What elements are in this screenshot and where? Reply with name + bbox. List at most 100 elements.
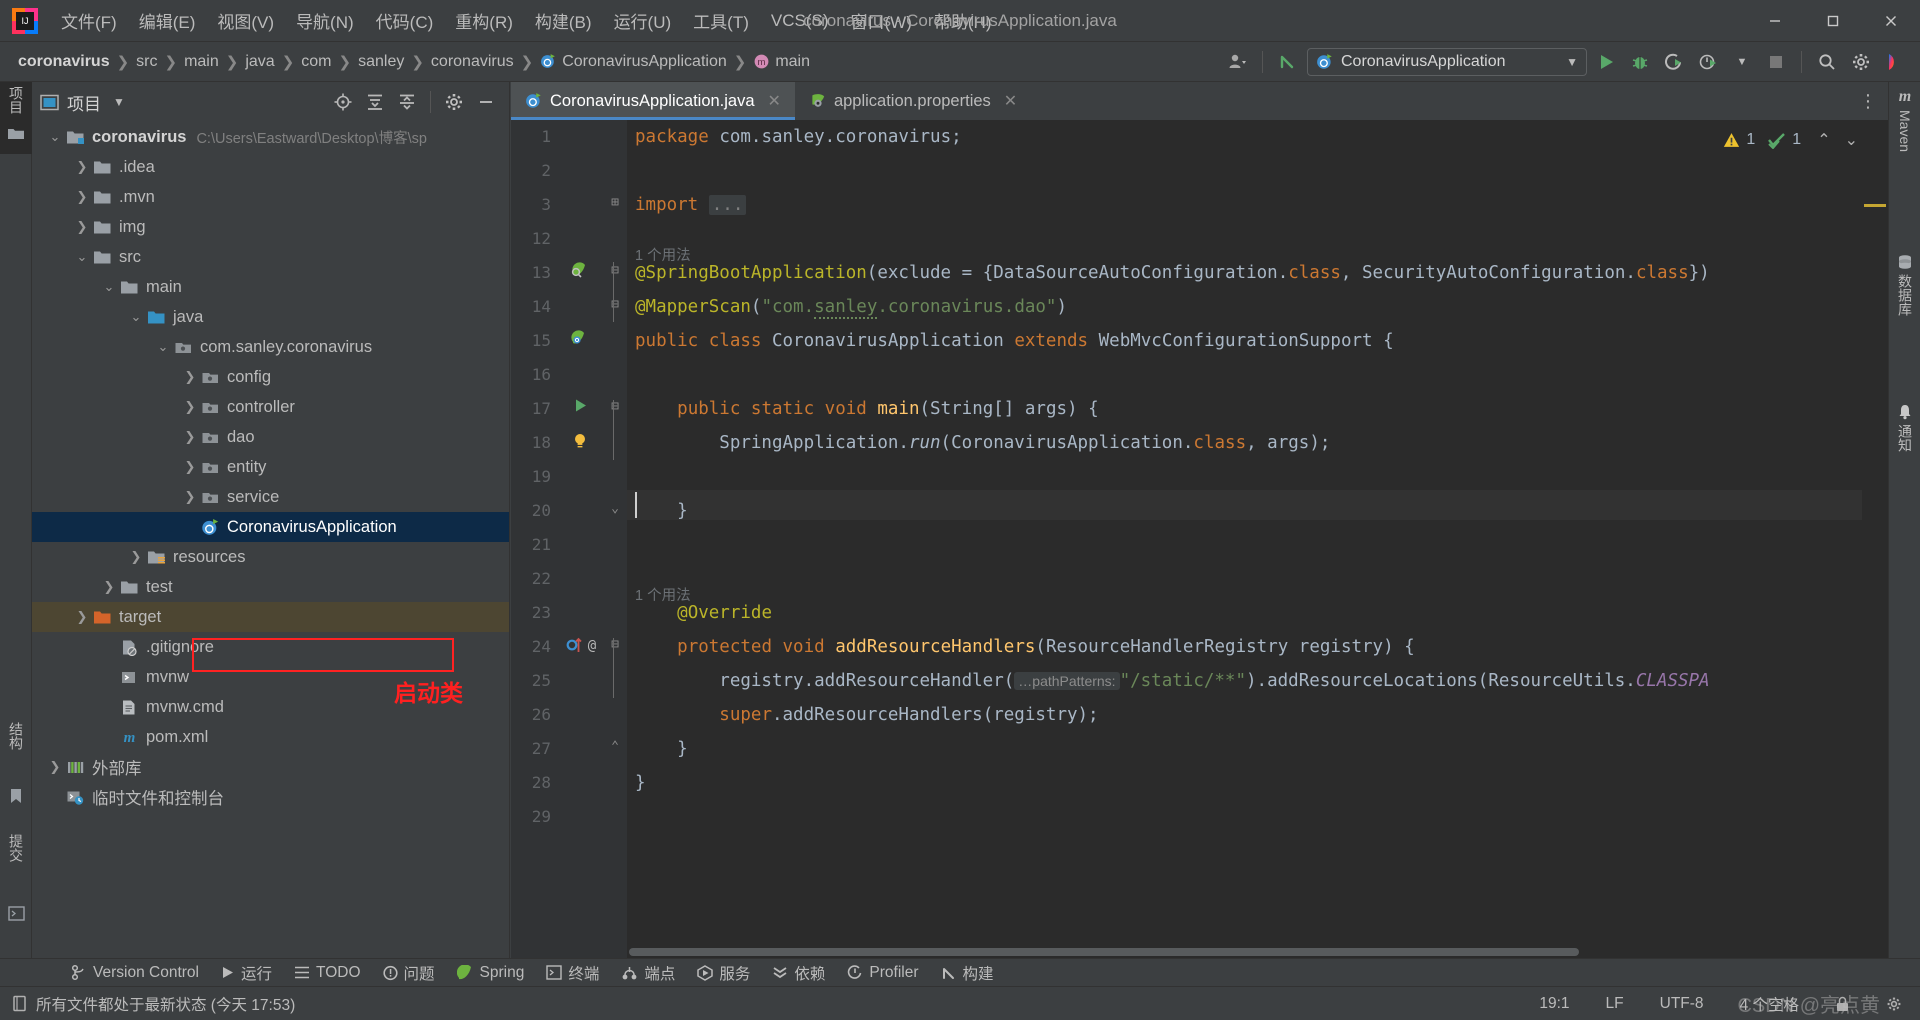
tree-item[interactable]: ❯dao bbox=[32, 422, 509, 452]
line-number[interactable]: 1 bbox=[511, 127, 551, 146]
tree-expand-down-icon[interactable]: ⌄ bbox=[154, 339, 172, 355]
menu-run[interactable]: 运行(U) bbox=[603, 5, 683, 36]
menu-file[interactable]: 文件(F) bbox=[50, 5, 128, 36]
menu-view[interactable]: 视图(V) bbox=[206, 5, 285, 36]
menu-window[interactable]: 窗口(W) bbox=[840, 5, 923, 36]
tree-item[interactable]: ❯entity bbox=[32, 452, 509, 482]
run-with-coverage-button[interactable] bbox=[1659, 48, 1689, 76]
line-number[interactable]: 18 bbox=[511, 433, 551, 452]
collapse-all-icon[interactable] bbox=[392, 88, 422, 116]
menu-vcs[interactable]: VCS(S) bbox=[760, 8, 840, 34]
search-icon[interactable] bbox=[1812, 48, 1842, 76]
line-number[interactable]: 23 bbox=[511, 603, 551, 622]
inspection-widget[interactable]: 1 1 ⌃ ⌄ bbox=[1723, 130, 1858, 150]
breadcrumb-item-src[interactable]: src bbox=[132, 51, 161, 73]
line-number[interactable]: 29 bbox=[511, 807, 551, 826]
breadcrumb-item-coronavirus-pkg[interactable]: coronavirus bbox=[427, 51, 518, 73]
breadcrumb-item-com[interactable]: com bbox=[297, 51, 335, 73]
stop-button[interactable] bbox=[1761, 48, 1791, 76]
terminal-strip-icon[interactable] bbox=[0, 906, 32, 921]
line-number[interactable]: 17 bbox=[511, 399, 551, 418]
line-number[interactable]: 24 bbox=[511, 637, 551, 656]
scrollbar-thumb[interactable] bbox=[629, 948, 1579, 956]
menu-refactor[interactable]: 重构(R) bbox=[444, 5, 524, 36]
menu-code[interactable]: 代码(C) bbox=[365, 5, 445, 36]
line-number[interactable]: 20 bbox=[511, 501, 551, 520]
line-separator[interactable]: LF bbox=[1600, 993, 1630, 1015]
sidebar-item-notifications[interactable]: 通知 bbox=[1889, 404, 1920, 452]
line-number[interactable]: 26 bbox=[511, 705, 551, 724]
tree-expand-down-icon[interactable]: ⌄ bbox=[100, 279, 118, 295]
code-fold-toggle[interactable]: ⌄ bbox=[611, 501, 619, 516]
gutter-override-icon[interactable]: @ bbox=[565, 635, 601, 655]
tree-expand-right-icon[interactable]: ❯ bbox=[73, 219, 91, 235]
sidebar-item-folder[interactable] bbox=[0, 126, 32, 141]
line-number[interactable]: 22 bbox=[511, 569, 551, 588]
bottom-tool-运行[interactable]: 运行 bbox=[210, 959, 283, 987]
bottom-tool-终端[interactable]: 终端 bbox=[535, 959, 610, 987]
tree-item[interactable]: .gitignore bbox=[32, 632, 509, 662]
tree-item[interactable]: 临时文件和控制台 bbox=[32, 782, 509, 812]
caret-position[interactable]: 19:1 bbox=[1533, 993, 1575, 1015]
tree-item[interactable]: ❯resources bbox=[32, 542, 509, 572]
user-avatar-icon[interactable] bbox=[1222, 48, 1252, 76]
menu-tools[interactable]: 工具(T) bbox=[682, 5, 760, 36]
tree-expand-right-icon[interactable]: ❯ bbox=[73, 159, 91, 175]
run-configuration-selector[interactable]: CoronavirusApplication ▼ bbox=[1307, 48, 1587, 76]
chevron-down-icon[interactable]: ▼ bbox=[1727, 48, 1757, 76]
tree-item[interactable]: CoronavirusApplication bbox=[32, 512, 509, 542]
expand-all-icon[interactable] bbox=[360, 88, 390, 116]
breadcrumb-item-java[interactable]: java bbox=[241, 51, 278, 73]
settings-gear-icon[interactable] bbox=[1880, 994, 1908, 1014]
gutter-run-icon[interactable] bbox=[572, 397, 589, 414]
minimize-button[interactable] bbox=[1746, 0, 1804, 42]
bottom-tool-端点[interactable]: 端点 bbox=[610, 959, 686, 987]
gutter-bulb-icon[interactable] bbox=[571, 431, 589, 451]
tree-expand-right-icon[interactable]: ❯ bbox=[127, 549, 145, 565]
sidebar-item-commit[interactable]: 提交 bbox=[0, 834, 32, 862]
bottom-tool-问题[interactable]: 问题 bbox=[372, 959, 446, 987]
error-stripe-mark[interactable] bbox=[1864, 204, 1886, 207]
settings-gear-icon[interactable] bbox=[1846, 48, 1876, 76]
ide-feature-icon[interactable] bbox=[1880, 48, 1910, 76]
prev-problem-icon[interactable]: ⌃ bbox=[1817, 130, 1830, 150]
tree-expand-right-icon[interactable]: ❯ bbox=[181, 459, 199, 475]
sidebar-item-project[interactable]: 项目 bbox=[0, 86, 32, 114]
tree-item[interactable]: mpom.xml bbox=[32, 722, 509, 752]
close-button[interactable] bbox=[1862, 0, 1920, 42]
bottom-tool-构建[interactable]: 构建 bbox=[930, 959, 1005, 987]
line-number[interactable]: 3 bbox=[511, 195, 551, 214]
tree-item[interactable]: ⌄main bbox=[32, 272, 509, 302]
file-encoding[interactable]: UTF-8 bbox=[1654, 993, 1710, 1015]
tree-expand-down-icon[interactable]: ⌄ bbox=[46, 129, 64, 145]
editor-gutter[interactable]: 123⊞1213⊟14⊟151617⊟181920⌄21222324@⊟2526… bbox=[511, 120, 627, 958]
bottom-tool-version-control[interactable]: Version Control bbox=[60, 961, 210, 985]
tree-item[interactable]: ❯target bbox=[32, 602, 509, 632]
breadcrumb-item-class[interactable]: CoronavirusApplication bbox=[536, 51, 731, 73]
tree-expand-right-icon[interactable]: ❯ bbox=[181, 369, 199, 385]
tree-expand-right-icon[interactable]: ❯ bbox=[181, 399, 199, 415]
locate-icon[interactable] bbox=[328, 88, 358, 116]
settings-gear-icon[interactable] bbox=[439, 88, 469, 116]
line-number[interactable]: 12 bbox=[511, 229, 551, 248]
editor-tab-options-icon[interactable]: ⋮ bbox=[1859, 91, 1878, 112]
source-code[interactable]: package com.sanley.coronavirus; import .… bbox=[627, 120, 1888, 958]
sidebar-item-database[interactable]: 数据库 bbox=[1889, 254, 1920, 316]
line-number[interactable]: 15 bbox=[511, 331, 551, 350]
sidebar-item-structure[interactable]: 结构 bbox=[0, 722, 32, 750]
tree-expand-right-icon[interactable]: ❯ bbox=[73, 609, 91, 625]
code-fold-toggle[interactable]: ⊞ bbox=[611, 195, 619, 210]
tree-item[interactable]: ⌄coronavirusC:\Users\Eastward\Desktop\博客… bbox=[32, 122, 509, 152]
code-editor[interactable]: 123⊞1213⊟14⊟151617⊟181920⌄21222324@⊟2526… bbox=[511, 120, 1888, 958]
bottom-tool-服务[interactable]: 服务 bbox=[686, 959, 761, 987]
tab-application-properties[interactable]: application.properties ✕ bbox=[795, 82, 1031, 120]
close-icon[interactable]: ✕ bbox=[1004, 91, 1017, 111]
line-number[interactable]: 21 bbox=[511, 535, 551, 554]
next-problem-icon[interactable]: ⌄ bbox=[1845, 130, 1858, 150]
tree-expand-down-icon[interactable]: ⌄ bbox=[127, 309, 145, 325]
tree-expand-down-icon[interactable]: ⌄ bbox=[73, 249, 91, 265]
profile-button[interactable] bbox=[1693, 48, 1723, 76]
menu-help[interactable]: 帮助(H) bbox=[923, 5, 1003, 36]
breadcrumb-item-coronavirus[interactable]: coronavirus bbox=[14, 51, 114, 73]
tree-item[interactable]: ❯.idea bbox=[32, 152, 509, 182]
